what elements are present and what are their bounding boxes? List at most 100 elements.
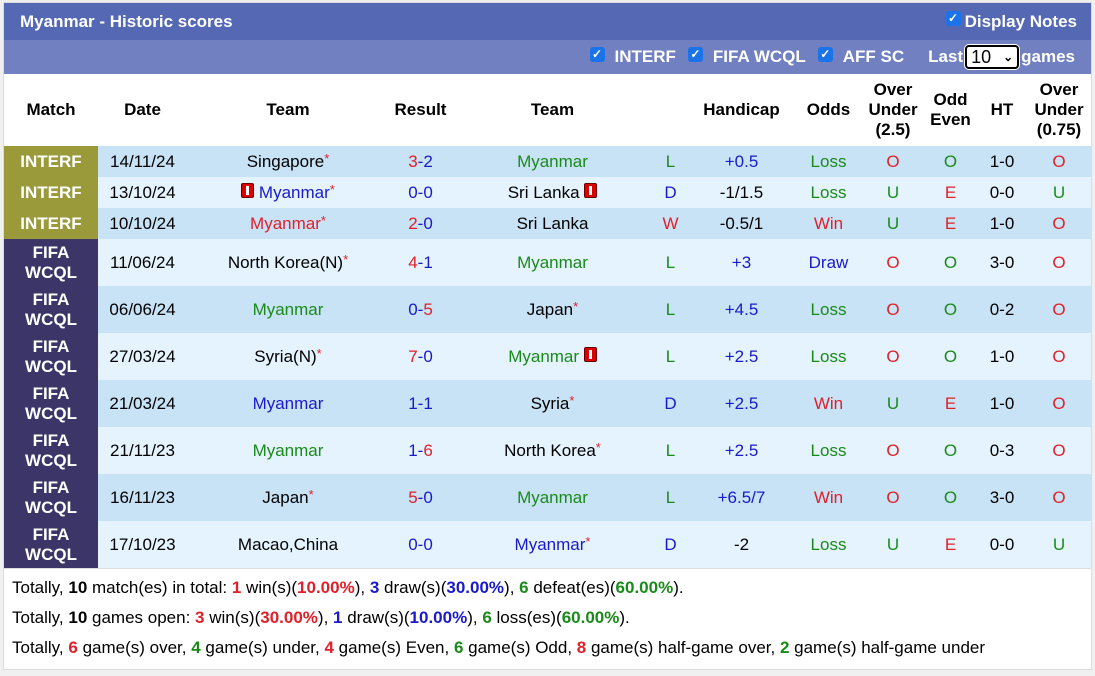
match-result[interactable]: 0-0 [389,521,452,568]
over-under-075: O [1027,474,1091,521]
away-team: Myanmar* [452,521,653,568]
competition-label[interactable]: FIFAWCQL [4,521,98,568]
half-time-score: 1-0 [977,146,1027,177]
display-notes-checkbox[interactable]: ✓ [946,11,961,26]
competition-label[interactable]: INTERF [4,177,98,208]
team-name[interactable]: Macao,China [238,535,338,554]
red-card-icon [241,183,254,198]
match-result[interactable]: 1-1 [389,380,452,427]
home-team: Myanmar [187,286,389,333]
favorite-star-icon: * [321,213,326,228]
table-row[interactable]: FIFAWCQL16/11/23Japan*5-0MyanmarL+6.5/7W… [4,474,1091,521]
filter-fifa-wcql[interactable]: ✓ FIFA WCQL [688,47,806,67]
filter-interf-checkbox[interactable]: ✓ [590,47,605,62]
display-notes-label: Display Notes [965,12,1077,32]
over-under-25: U [862,177,924,208]
team-name[interactable]: North Korea [504,441,596,460]
match-result[interactable]: 2-0 [389,208,452,239]
handicap: +2.5 [688,427,795,474]
team-name[interactable]: Syria(N) [254,347,316,366]
col-handicap: Handicap [688,74,795,146]
odds-result: Draw [795,239,862,286]
over-under-25: O [862,427,924,474]
team-name[interactable]: Myanmar [517,488,588,507]
table-row[interactable]: FIFAWCQL17/10/23Macao,China0-0Myanmar*D-… [4,521,1091,568]
match-date: 16/11/23 [98,474,187,521]
match-date: 10/10/24 [98,208,187,239]
summary-section: Totally, 10 match(es) in total: 1 win(s)… [4,568,1091,669]
odd-even: E [924,380,977,427]
team-name[interactable]: Myanmar [508,347,579,366]
table-row[interactable]: INTERF13/10/24 Myanmar*0-0Sri Lanka D-1/… [4,177,1091,208]
over-under-25: O [862,333,924,380]
team-name[interactable]: Japan [527,300,573,319]
team-name[interactable]: North Korea(N) [228,253,343,272]
competition-label[interactable]: INTERF [4,146,98,177]
team-name[interactable]: Myanmar [250,214,321,233]
team-name[interactable]: Sri Lanka [517,214,589,233]
half-time-score: 3-0 [977,239,1027,286]
filter-aff-sc[interactable]: ✓ AFF SC [818,47,904,67]
over-under-25: O [862,239,924,286]
away-team: Sri Lanka [452,208,653,239]
team-name[interactable]: Myanmar [517,253,588,272]
team-name[interactable]: Japan [262,488,308,507]
table-row[interactable]: FIFAWCQL21/03/24Myanmar1-1Syria*D+2.5Win… [4,380,1091,427]
col-team-away: Team [452,74,653,146]
filter-fifa-wcql-checkbox[interactable]: ✓ [688,47,703,62]
display-notes-toggle[interactable]: ✓ Display Notes [946,12,1077,32]
competition-label[interactable]: INTERF [4,208,98,239]
match-result[interactable]: 3-2 [389,146,452,177]
odd-even: O [924,286,977,333]
competition-label[interactable]: FIFAWCQL [4,427,98,474]
table-row[interactable]: INTERF14/11/24Singapore*3-2MyanmarL+0.5L… [4,146,1091,177]
competition-label[interactable]: FIFAWCQL [4,333,98,380]
handicap: -0.5/1 [688,208,795,239]
table-row[interactable]: FIFAWCQL06/06/24Myanmar0-5Japan*L+4.5Los… [4,286,1091,333]
table-row[interactable]: FIFAWCQL21/11/23Myanmar1-6North Korea*L+… [4,427,1091,474]
filter-aff-sc-checkbox[interactable]: ✓ [818,47,833,62]
team-name[interactable]: Myanmar [517,152,588,171]
table-row[interactable]: INTERF10/10/24Myanmar*2-0Sri LankaW-0.5/… [4,208,1091,239]
match-result[interactable]: 5-0 [389,474,452,521]
team-name[interactable]: Myanmar [253,394,324,413]
team-name[interactable]: Myanmar [259,183,330,202]
table-row[interactable]: FIFAWCQL27/03/24Syria(N)*7-0Myanmar L+2.… [4,333,1091,380]
odd-even: O [924,427,977,474]
match-date: 14/11/24 [98,146,187,177]
team-name[interactable]: Myanmar [253,300,324,319]
away-team: Sri Lanka [452,177,653,208]
home-team: Myanmar [187,427,389,474]
win-loss: L [653,474,688,521]
team-name[interactable]: Myanmar [253,441,324,460]
odds-result: Loss [795,427,862,474]
last-games-select[interactable]: 10 ⌄ [965,45,1019,69]
red-card-icon [584,347,597,362]
filter-bar: ✓ INTERF ✓ FIFA WCQL ✓ AFF SC Last 10 ⌄ … [4,40,1091,74]
col-date: Date [98,74,187,146]
competition-label[interactable]: FIFAWCQL [4,286,98,333]
competition-label[interactable]: FIFAWCQL [4,474,98,521]
team-name[interactable]: Syria [531,394,570,413]
match-date: 17/10/23 [98,521,187,568]
competition-label[interactable]: FIFAWCQL [4,239,98,286]
team-name[interactable]: Singapore [247,152,325,171]
team-name[interactable]: Myanmar [515,535,586,554]
away-team: North Korea* [452,427,653,474]
match-result[interactable]: 1-6 [389,427,452,474]
handicap: +2.5 [688,380,795,427]
match-result[interactable]: 0-5 [389,286,452,333]
favorite-star-icon: * [573,299,578,314]
table-row[interactable]: FIFAWCQL11/06/24North Korea(N)*4-1Myanma… [4,239,1091,286]
favorite-star-icon: * [585,534,590,549]
win-loss: L [653,333,688,380]
filter-interf[interactable]: ✓ INTERF [590,47,676,67]
competition-label[interactable]: FIFAWCQL [4,380,98,427]
over-under-075: O [1027,380,1091,427]
last-games-control: Last 10 ⌄ games [928,45,1075,69]
match-result[interactable]: 0-0 [389,177,452,208]
match-result[interactable]: 4-1 [389,239,452,286]
match-result[interactable]: 7-0 [389,333,452,380]
col-match: Match [4,74,98,146]
team-name[interactable]: Sri Lanka [508,183,580,202]
